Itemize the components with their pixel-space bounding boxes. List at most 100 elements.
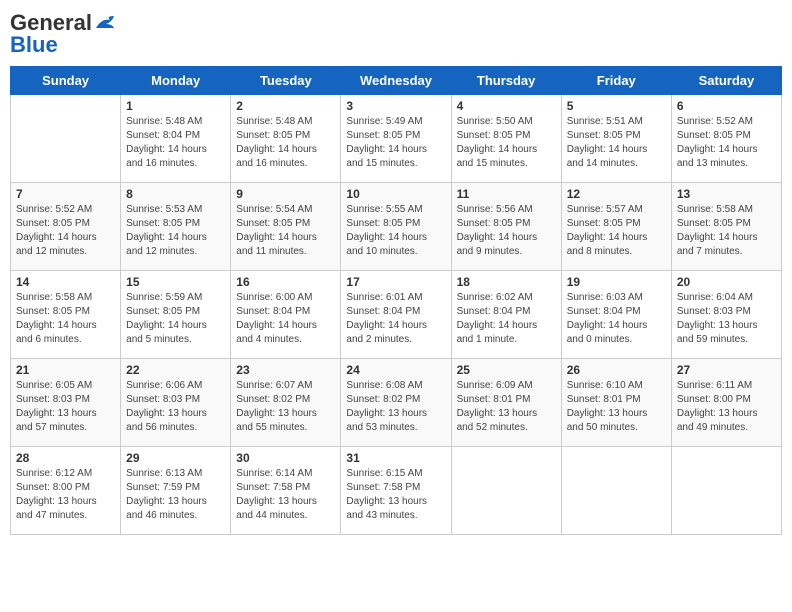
header-wednesday: Wednesday <box>341 67 451 95</box>
calendar-cell: 15 Sunrise: 5:59 AM Sunset: 8:05 PM Dayli… <box>121 271 231 359</box>
day-number: 6 <box>677 99 776 113</box>
day-info: Sunrise: 6:13 AM Sunset: 7:59 PM Dayligh… <box>126 467 225 523</box>
calendar-cell: 3 Sunrise: 5:49 AM Sunset: 8:05 PM Daylig… <box>341 95 451 183</box>
calendar-cell: 18Sunrise: 6:02 AM Sunset: 8:04 PM Dayli… <box>451 271 561 359</box>
header-sunday: Sunday <box>11 67 121 95</box>
calendar-cell: 31 Sunrise: 6:15 AM Sunset: 7:58 PM Dayli… <box>341 447 451 535</box>
page-header: General Blue <box>10 10 782 58</box>
day-number: 31 <box>346 451 445 465</box>
calendar-cell: 25 Sunrise: 6:09 AM Sunset: 8:01 PM Dayli… <box>451 359 561 447</box>
day-number: 2 <box>236 99 335 113</box>
day-number: 12 <box>567 187 666 201</box>
day-number: 17 <box>346 275 445 289</box>
day-info: Sunrise: 6:05 AM Sunset: 8:03 PM Dayligh… <box>16 379 115 435</box>
day-number: 4 <box>457 99 556 113</box>
day-number: 21 <box>16 363 115 377</box>
day-info: Sunrise: 6:15 AM Sunset: 7:58 PM Dayligh… <box>346 467 445 523</box>
calendar-table: SundayMondayTuesdayWednesdayThursdayFrid… <box>10 66 782 535</box>
day-info: Sunrise: 5:50 AM Sunset: 8:05 PM Dayligh… <box>457 115 556 171</box>
calendar-cell: 20 Sunrise: 6:04 AM Sunset: 8:03 PM Dayli… <box>671 271 781 359</box>
day-number: 19 <box>567 275 666 289</box>
day-info: Sunrise: 6:01 AM Sunset: 8:04 PM Dayligh… <box>346 291 445 347</box>
day-number: 29 <box>126 451 225 465</box>
calendar-cell <box>561 447 671 535</box>
calendar-cell: 9 Sunrise: 5:54 AM Sunset: 8:05 PM Daylig… <box>231 183 341 271</box>
day-info: Sunrise: 5:53 AM Sunset: 8:05 PM Dayligh… <box>126 203 225 259</box>
header-friday: Friday <box>561 67 671 95</box>
calendar-cell: 10 Sunrise: 5:55 AM Sunset: 8:05 PM Dayli… <box>341 183 451 271</box>
day-number: 5 <box>567 99 666 113</box>
day-info: Sunrise: 5:56 AM Sunset: 8:05 PM Dayligh… <box>457 203 556 259</box>
day-number: 25 <box>457 363 556 377</box>
day-info: Sunrise: 6:03 AM Sunset: 8:04 PM Dayligh… <box>567 291 666 347</box>
day-number: 8 <box>126 187 225 201</box>
day-info: Sunrise: 5:59 AM Sunset: 8:05 PM Dayligh… <box>126 291 225 347</box>
day-number: 18 <box>457 275 556 289</box>
day-info: Sunrise: 6:14 AM Sunset: 7:58 PM Dayligh… <box>236 467 335 523</box>
day-number: 10 <box>346 187 445 201</box>
day-number: 28 <box>16 451 115 465</box>
day-number: 14 <box>16 275 115 289</box>
day-info: Sunrise: 5:52 AM Sunset: 8:05 PM Dayligh… <box>16 203 115 259</box>
calendar-cell: 4 Sunrise: 5:50 AM Sunset: 8:05 PM Daylig… <box>451 95 561 183</box>
day-info: Sunrise: 5:58 AM Sunset: 8:05 PM Dayligh… <box>677 203 776 259</box>
day-info: Sunrise: 5:48 AM Sunset: 8:04 PM Dayligh… <box>126 115 225 171</box>
day-info: Sunrise: 5:54 AM Sunset: 8:05 PM Dayligh… <box>236 203 335 259</box>
calendar-header-row: SundayMondayTuesdayWednesdayThursdayFrid… <box>11 67 782 95</box>
calendar-cell: 21 Sunrise: 6:05 AM Sunset: 8:03 PM Dayli… <box>11 359 121 447</box>
day-number: 23 <box>236 363 335 377</box>
day-info: Sunrise: 6:06 AM Sunset: 8:03 PM Dayligh… <box>126 379 225 435</box>
day-info: Sunrise: 5:52 AM Sunset: 8:05 PM Dayligh… <box>677 115 776 171</box>
day-info: Sunrise: 6:09 AM Sunset: 8:01 PM Dayligh… <box>457 379 556 435</box>
calendar-cell: 12 Sunrise: 5:57 AM Sunset: 8:05 PM Dayli… <box>561 183 671 271</box>
day-info: Sunrise: 5:57 AM Sunset: 8:05 PM Dayligh… <box>567 203 666 259</box>
day-info: Sunrise: 6:07 AM Sunset: 8:02 PM Dayligh… <box>236 379 335 435</box>
calendar-cell: 27 Sunrise: 6:11 AM Sunset: 8:00 PM Dayli… <box>671 359 781 447</box>
day-number: 30 <box>236 451 335 465</box>
day-info: Sunrise: 6:04 AM Sunset: 8:03 PM Dayligh… <box>677 291 776 347</box>
day-info: Sunrise: 6:08 AM Sunset: 8:02 PM Dayligh… <box>346 379 445 435</box>
calendar-cell: 8 Sunrise: 5:53 AM Sunset: 8:05 PM Daylig… <box>121 183 231 271</box>
day-number: 20 <box>677 275 776 289</box>
day-info: Sunrise: 6:12 AM Sunset: 8:00 PM Dayligh… <box>16 467 115 523</box>
calendar-cell: 23 Sunrise: 6:07 AM Sunset: 8:02 PM Dayli… <box>231 359 341 447</box>
day-info: Sunrise: 6:10 AM Sunset: 8:01 PM Dayligh… <box>567 379 666 435</box>
calendar-week-row: 14 Sunrise: 5:58 AM Sunset: 8:05 PM Dayli… <box>11 271 782 359</box>
calendar-cell: 28 Sunrise: 6:12 AM Sunset: 8:00 PM Dayli… <box>11 447 121 535</box>
calendar-cell <box>11 95 121 183</box>
day-number: 15 <box>126 275 225 289</box>
logo-bird-icon <box>94 14 116 32</box>
calendar-cell: 30 Sunrise: 6:14 AM Sunset: 7:58 PM Dayli… <box>231 447 341 535</box>
logo: General Blue <box>10 10 116 58</box>
day-number: 27 <box>677 363 776 377</box>
day-number: 13 <box>677 187 776 201</box>
day-info: Sunrise: 5:55 AM Sunset: 8:05 PM Dayligh… <box>346 203 445 259</box>
day-number: 1 <box>126 99 225 113</box>
day-number: 26 <box>567 363 666 377</box>
calendar-cell: 2Sunrise: 5:48 AM Sunset: 8:05 PM Daylig… <box>231 95 341 183</box>
calendar-cell: 24Sunrise: 6:08 AM Sunset: 8:02 PM Dayli… <box>341 359 451 447</box>
calendar-week-row: 1 Sunrise: 5:48 AM Sunset: 8:04 PM Daylig… <box>11 95 782 183</box>
day-info: Sunrise: 5:58 AM Sunset: 8:05 PM Dayligh… <box>16 291 115 347</box>
day-number: 9 <box>236 187 335 201</box>
calendar-cell: 14 Sunrise: 5:58 AM Sunset: 8:05 PM Dayli… <box>11 271 121 359</box>
header-tuesday: Tuesday <box>231 67 341 95</box>
calendar-cell: 1 Sunrise: 5:48 AM Sunset: 8:04 PM Daylig… <box>121 95 231 183</box>
calendar-cell: 19 Sunrise: 6:03 AM Sunset: 8:04 PM Dayli… <box>561 271 671 359</box>
calendar-week-row: 28 Sunrise: 6:12 AM Sunset: 8:00 PM Dayli… <box>11 447 782 535</box>
header-saturday: Saturday <box>671 67 781 95</box>
day-info: Sunrise: 6:11 AM Sunset: 8:00 PM Dayligh… <box>677 379 776 435</box>
calendar-cell: 22Sunrise: 6:06 AM Sunset: 8:03 PM Dayli… <box>121 359 231 447</box>
calendar-cell: 17 Sunrise: 6:01 AM Sunset: 8:04 PM Dayli… <box>341 271 451 359</box>
calendar-cell: 29 Sunrise: 6:13 AM Sunset: 7:59 PM Dayli… <box>121 447 231 535</box>
calendar-cell <box>451 447 561 535</box>
day-info: Sunrise: 6:00 AM Sunset: 8:04 PM Dayligh… <box>236 291 335 347</box>
header-monday: Monday <box>121 67 231 95</box>
calendar-cell <box>671 447 781 535</box>
calendar-cell: 13 Sunrise: 5:58 AM Sunset: 8:05 PM Dayli… <box>671 183 781 271</box>
day-info: Sunrise: 5:49 AM Sunset: 8:05 PM Dayligh… <box>346 115 445 171</box>
header-thursday: Thursday <box>451 67 561 95</box>
calendar-cell: 5 Sunrise: 5:51 AM Sunset: 8:05 PM Daylig… <box>561 95 671 183</box>
day-number: 3 <box>346 99 445 113</box>
day-info: Sunrise: 5:51 AM Sunset: 8:05 PM Dayligh… <box>567 115 666 171</box>
